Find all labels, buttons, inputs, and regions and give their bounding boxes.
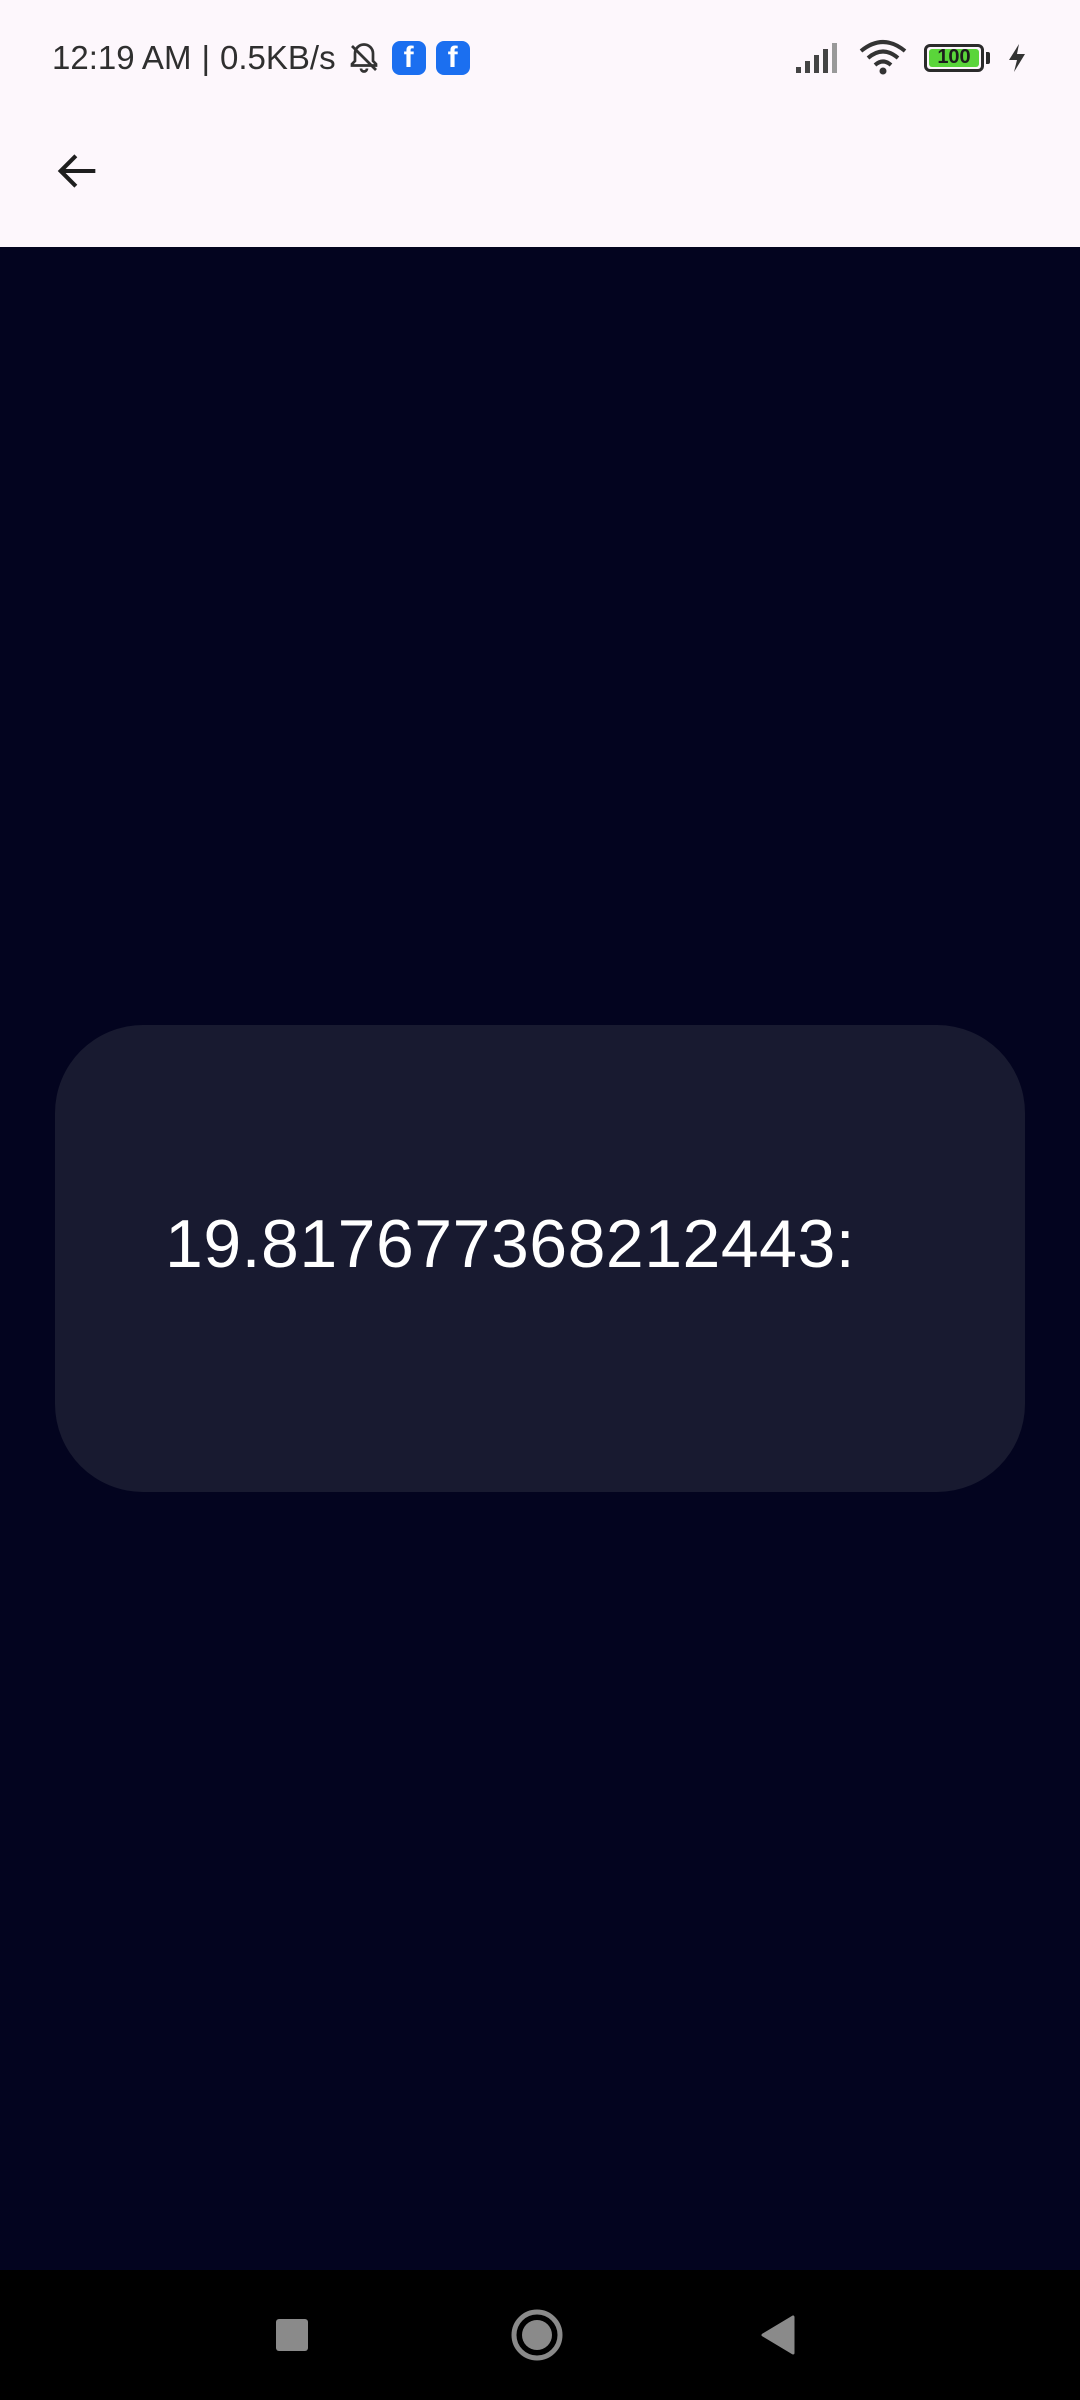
arrow-left-icon xyxy=(52,145,104,197)
system-nav-bar xyxy=(0,2270,1080,2400)
battery-cap xyxy=(986,51,990,64)
status-bar: 12:19 AM | 0.5KB/s f f 100 xyxy=(0,0,1080,115)
back-nav-button[interactable] xyxy=(742,2300,812,2370)
app-bar xyxy=(0,115,1080,247)
status-right: 100 xyxy=(794,39,1028,77)
value-card: 19.817677368212443: xyxy=(55,1025,1025,1492)
status-time: 12:19 AM xyxy=(52,38,192,76)
status-left: 12:19 AM | 0.5KB/s f f xyxy=(52,39,470,77)
back-button[interactable] xyxy=(40,133,116,209)
triangle-back-icon xyxy=(757,2313,797,2357)
wifi-icon xyxy=(858,39,908,77)
recent-apps-button[interactable] xyxy=(257,2300,327,2370)
facebook-icon: f xyxy=(391,40,426,75)
net-speed: 0.5KB/s xyxy=(220,38,336,76)
screen: 12:19 AM | 0.5KB/s f f 100 19.8176773682… xyxy=(0,0,1080,2400)
signal-icon xyxy=(794,41,842,75)
facebook-icon: f xyxy=(435,40,470,75)
battery-level: 100 xyxy=(937,46,971,68)
card-value-text: 19.817677368212443: xyxy=(165,1206,856,1282)
square-recent-icon xyxy=(274,2317,310,2353)
status-separator: | xyxy=(201,38,211,76)
charging-icon xyxy=(1006,42,1028,74)
home-button[interactable] xyxy=(502,2300,572,2370)
battery-body: 100 xyxy=(924,43,984,72)
battery-icon: 100 xyxy=(924,43,990,72)
bell-off-icon xyxy=(346,40,382,76)
circle-home-icon xyxy=(510,2308,564,2362)
